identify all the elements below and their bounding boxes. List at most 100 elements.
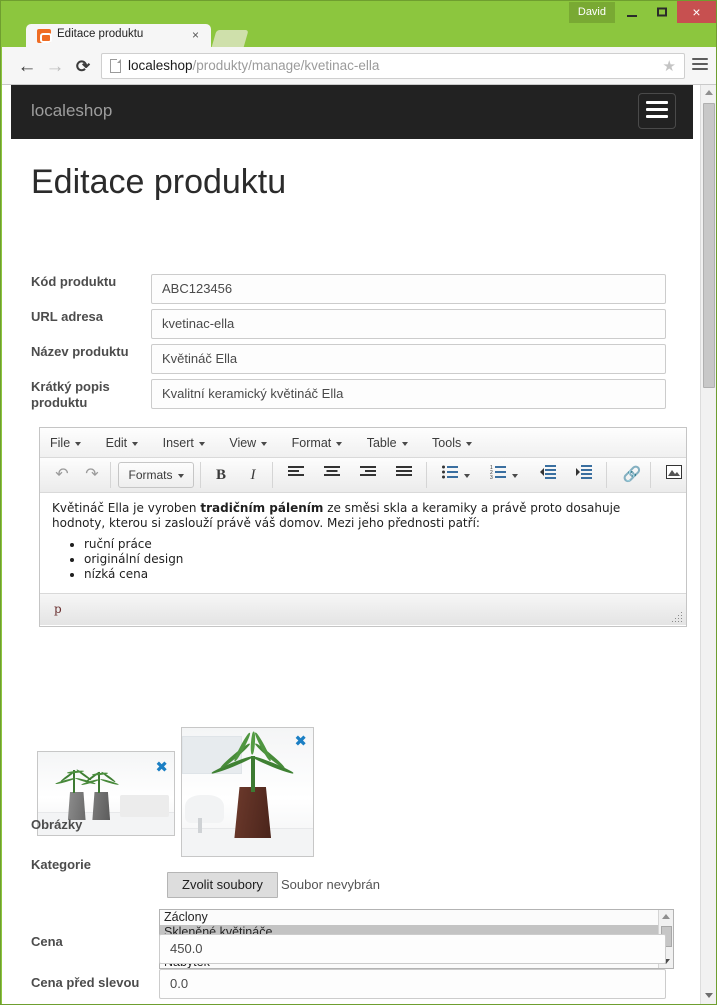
user-profile-chip[interactable]: David — [568, 2, 615, 23]
image-glyph — [666, 465, 682, 479]
menu-edit[interactable]: Edit — [96, 428, 149, 458]
input-product-name[interactable]: Květináč Ella — [151, 344, 666, 374]
site-brand[interactable]: localeshop — [31, 101, 112, 121]
chevron-down-icon — [198, 441, 205, 446]
list-item: originální design — [84, 552, 674, 567]
browser-tab[interactable]: Editace produktu × — [26, 24, 211, 48]
align-left-icon[interactable] — [282, 462, 310, 488]
input-price[interactable]: 450.0 — [159, 934, 666, 964]
editor-text-bold: tradičním pálením — [200, 501, 324, 515]
remove-image-icon[interactable]: ✖ — [155, 760, 168, 775]
label-product-code: Kód produktu — [31, 274, 117, 289]
menu-format[interactable]: Format — [282, 428, 353, 458]
label-old-price: Cena před slevou — [31, 975, 140, 990]
indent-icon[interactable] — [570, 462, 598, 488]
menu-file[interactable]: File — [40, 428, 91, 458]
editor-statusbar: p — [40, 593, 686, 625]
scrollbar-thumb[interactable] — [703, 103, 715, 388]
scroll-up-icon[interactable] — [705, 90, 713, 95]
menu-tools[interactable]: Tools — [422, 428, 482, 458]
bullet-list-glyph — [441, 465, 458, 479]
hamburger-menu-icon[interactable] — [638, 93, 676, 129]
page-title: Editace produktu — [31, 163, 287, 201]
editor-content-area[interactable]: Květináč Ella je vyroben tradičním pálen… — [40, 493, 686, 593]
page-document-icon — [110, 59, 121, 73]
formats-dropdown[interactable]: Formats — [118, 462, 194, 488]
label-images: Obrázky — [31, 817, 83, 832]
input-url[interactable]: kvetinac-ella — [151, 309, 666, 339]
editor-bullet-list: ruční práce originální design nízká cena — [52, 537, 674, 582]
chevron-down-icon — [75, 441, 82, 446]
tab-close-icon[interactable]: × — [192, 28, 199, 42]
chrome-menu-icon[interactable] — [692, 58, 708, 72]
redo-icon[interactable]: ↷ — [78, 462, 106, 488]
reload-icon[interactable]: ⟳ — [72, 56, 94, 78]
align-center-icon[interactable] — [318, 462, 346, 488]
menu-table-label: Table — [366, 436, 397, 450]
back-icon[interactable]: ← — [16, 56, 38, 78]
category-option[interactable]: Záclony — [160, 910, 673, 925]
label-short-description: Krátký popis produktu — [31, 379, 110, 410]
chevron-down-icon — [336, 441, 343, 446]
page-content: Editace produktu Kód produktu ABC123456 … — [11, 139, 693, 1004]
menu-edit-label: Edit — [105, 436, 128, 450]
file-status-label: Soubor nevybrán — [281, 877, 381, 892]
forward-icon[interactable]: → — [44, 56, 66, 78]
chevron-down-icon — [401, 441, 408, 446]
minimize-button[interactable] — [617, 1, 647, 23]
chevron-down-icon — [464, 473, 471, 478]
menu-insert[interactable]: Insert — [153, 428, 215, 458]
italic-icon[interactable]: I — [240, 462, 266, 488]
editor-toolbar: ↶ ↷ Formats B I 1 2 3 🔗 — [40, 458, 686, 493]
menu-tools-label: Tools — [432, 436, 462, 450]
input-short-description[interactable]: Kvalitní keramický květináč Ella — [151, 379, 666, 409]
choose-files-button[interactable]: Zvolit soubory — [167, 872, 278, 898]
label-url: URL adresa — [31, 309, 104, 324]
image-icon[interactable] — [660, 462, 688, 488]
editor-menubar: File Edit Insert View Format Table Tools — [40, 428, 686, 458]
tab-strip: Editace produktu × — [1, 24, 716, 48]
formats-label: Formats — [128, 468, 173, 482]
menu-table[interactable]: Table — [357, 428, 418, 458]
align-justify-icon[interactable] — [390, 462, 418, 488]
scroll-down-icon[interactable] — [705, 993, 713, 998]
url-text: localeshop/produkty/manage/kvetinac-ella — [128, 58, 379, 73]
menu-view[interactable]: View — [219, 428, 277, 458]
menu-insert-label: Insert — [162, 436, 194, 450]
maximize-icon — [657, 7, 667, 17]
input-product-code[interactable]: ABC123456 — [151, 274, 666, 304]
menu-view-label: View — [229, 436, 257, 450]
numbered-list-icon[interactable]: 123 — [484, 462, 524, 488]
input-old-price[interactable]: 0.0 — [159, 969, 666, 999]
align-right-glyph — [360, 466, 376, 476]
editor-resize-handle[interactable] — [672, 612, 682, 622]
remove-image-icon[interactable]: ✖ — [294, 734, 307, 749]
product-thumb-brown-pot[interactable]: ✖ — [181, 727, 314, 857]
favicon-icon — [37, 29, 52, 43]
link-icon[interactable]: 🔗 — [618, 462, 646, 488]
bullet-list-icon[interactable] — [436, 462, 476, 488]
close-window-button[interactable]: × — [677, 1, 716, 23]
page-viewport: localeshop Editace produktu Kód produktu… — [2, 85, 716, 1004]
undo-icon[interactable]: ↶ — [48, 462, 76, 488]
align-left-glyph — [288, 466, 304, 476]
align-right-icon[interactable] — [354, 462, 382, 488]
list-item: ruční práce — [84, 537, 674, 552]
new-tab-button[interactable] — [211, 30, 249, 48]
scroll-up-icon[interactable] — [662, 914, 670, 919]
chevron-down-icon — [466, 441, 473, 446]
page-scrollbar[interactable] — [700, 85, 716, 1004]
bookmark-star-icon[interactable]: ★ — [663, 58, 676, 75]
svg-text:3: 3 — [490, 475, 493, 479]
menu-format-label: Format — [291, 436, 332, 450]
address-bar[interactable]: localeshop/produkty/manage/kvetinac-ella… — [101, 53, 685, 79]
chevron-down-icon — [132, 441, 139, 446]
bold-icon[interactable]: B — [208, 462, 234, 488]
label-category: Kategorie — [31, 857, 91, 872]
outdent-icon[interactable] — [534, 462, 562, 488]
maximize-button[interactable] — [647, 1, 677, 23]
close-icon: × — [692, 4, 701, 20]
tab-title: Editace produktu — [57, 28, 144, 40]
label-product-name: Název produktu — [31, 344, 129, 359]
editor-element-path[interactable]: p — [54, 602, 62, 616]
